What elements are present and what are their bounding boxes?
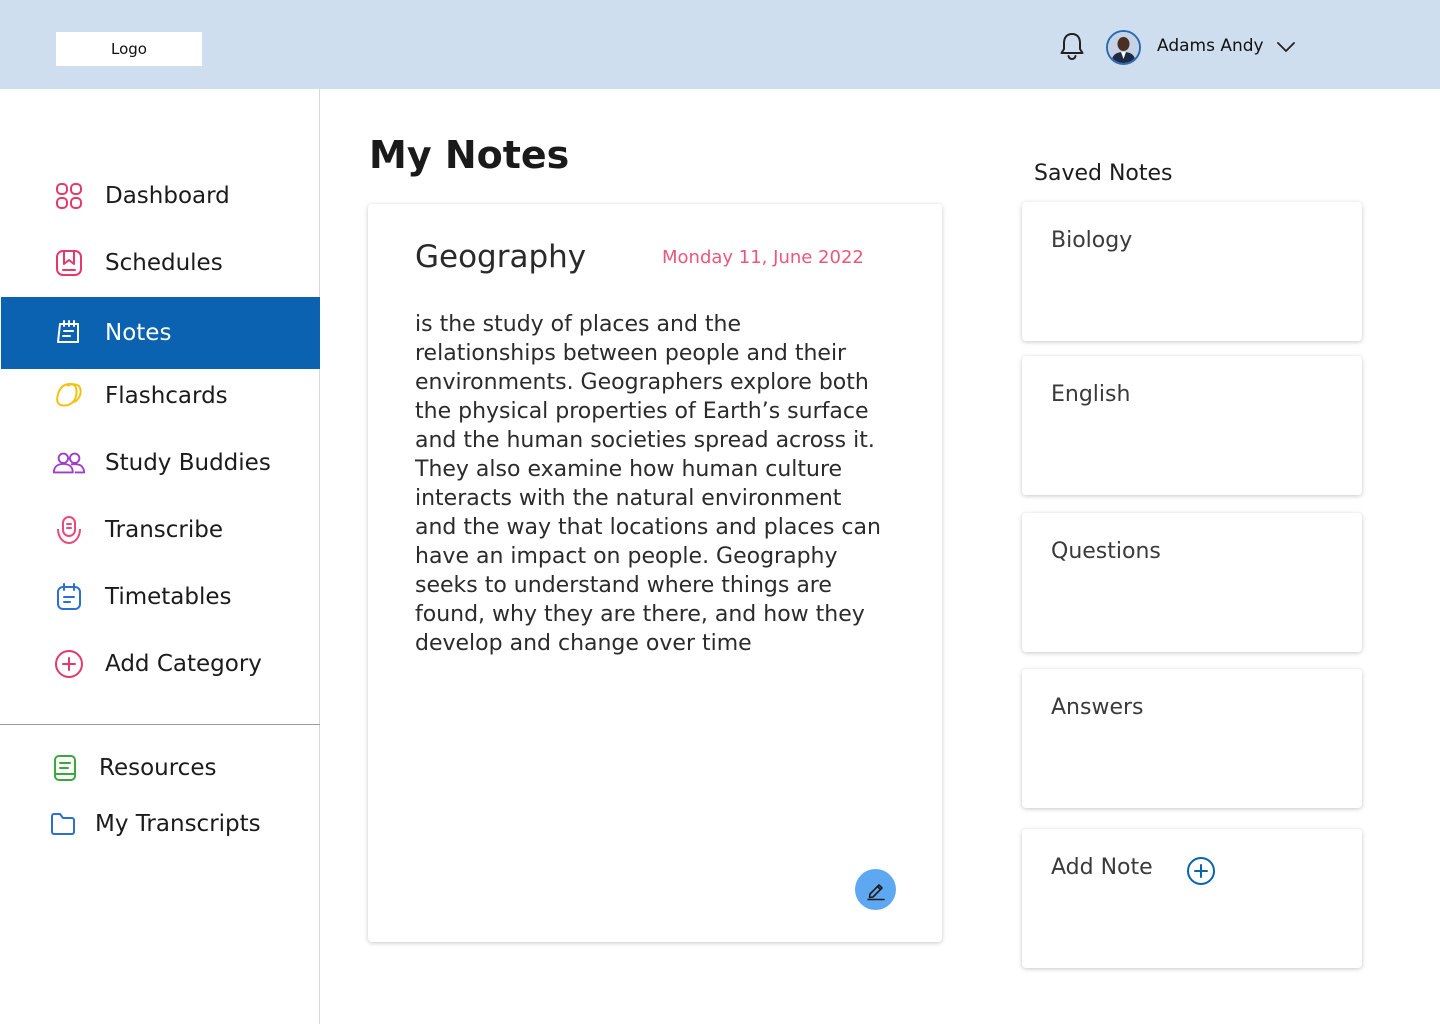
sidebar-item-label: Notes [105,320,172,346]
sidebar-item-transcribe[interactable]: Transcribe [1,500,320,560]
user-name[interactable]: Adams Andy [1157,36,1264,56]
saved-note-label: Questions [1051,539,1161,564]
note-body: is the study of places and the relations… [415,312,881,656]
add-note-card[interactable]: Add Note [1022,829,1362,968]
edit-note-button[interactable] [855,869,896,910]
note-date: Monday 11, June 2022 [662,247,864,268]
sidebar-item-label: Schedules [105,250,223,276]
saved-note-label: Answers [1051,695,1144,720]
note-card: Geography Monday 11, June 2022 is the st… [368,204,942,942]
sidebar-item-dashboard[interactable]: Dashboard [1,166,320,226]
notes-icon [52,316,86,350]
sidebar-item-resources[interactable]: Resources [1,738,320,798]
note-title: Geography [415,239,587,275]
avatar[interactable] [1106,30,1141,65]
saved-note-label: English [1051,382,1131,407]
sidebar-item-label: Dashboard [105,183,230,209]
chevron-down-icon[interactable] [1277,41,1295,53]
sidebar-item-label: Study Buddies [105,450,271,476]
sidebar-item-label: Add Category [105,651,262,677]
sidebar-item-label: Timetables [105,584,232,610]
folder-icon [46,807,80,841]
sidebar-item-study-buddies[interactable]: Study Buddies [1,433,320,493]
flashcards-icon [52,379,86,413]
page-title: My Notes [369,133,570,177]
sidebar-item-label: My Transcripts [95,811,261,837]
saved-note-card[interactable]: Questions [1022,513,1362,652]
sidebar-item-my-transcripts[interactable]: My Transcripts [1,794,320,854]
sidebar-item-label: Transcribe [105,517,224,543]
bell-icon[interactable] [1058,31,1086,61]
sidebar-item-label: Resources [99,755,217,781]
pencil-icon [866,883,885,900]
book-icon [48,751,82,785]
sidebar-item-add-category[interactable]: Add Category [1,634,320,694]
grid-icon [52,179,86,213]
saved-note-card[interactable]: English [1022,356,1362,495]
logo[interactable]: Logo [56,32,202,66]
calendar-bookmark-icon [52,246,86,280]
plus-circle-icon[interactable] [1186,856,1216,886]
saved-note-label: Biology [1051,228,1133,253]
plus-circle-icon [52,647,86,681]
top-header: Logo Adams Andy [0,0,1440,89]
sidebar-item-notes[interactable]: Notes [1,297,320,369]
sidebar-item-label: Flashcards [105,383,228,409]
saved-note-card[interactable]: Answers [1022,669,1362,808]
sidebar-divider [0,724,320,725]
people-icon [52,446,86,480]
sidebar-item-timetables[interactable]: Timetables [1,567,320,627]
timetable-icon [52,580,86,614]
sidebar-item-schedules[interactable]: Schedules [1,233,320,293]
add-note-label: Add Note [1051,855,1153,880]
sidebar-item-flashcards[interactable]: Flashcards [1,366,320,426]
microphone-icon [52,513,86,547]
sidebar: Dashboard Schedules Notes Flashcards Stu… [0,89,320,1024]
saved-note-card[interactable]: Biology [1022,202,1362,341]
saved-notes-title: Saved Notes [1034,161,1173,186]
